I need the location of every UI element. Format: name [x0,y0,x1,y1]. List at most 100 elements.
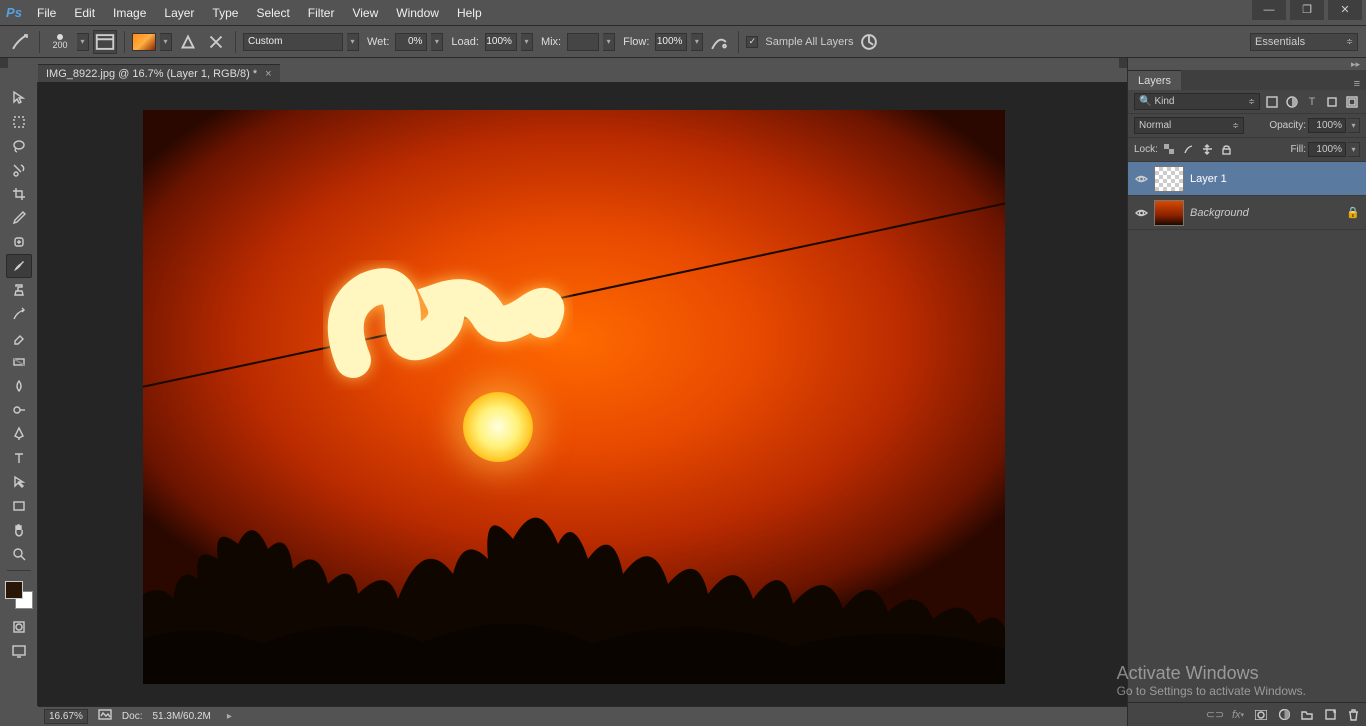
filter-kind-dropdown[interactable]: 🔍 Kind ≑ [1134,93,1260,110]
link-layers-button[interactable]: ⊂⊃ [1208,708,1222,722]
foreground-color[interactable] [5,581,23,599]
mix-caret[interactable]: ▾ [603,33,615,51]
brush-preset-caret[interactable]: ▾ [347,33,359,51]
menu-help[interactable]: Help [448,0,491,26]
shape-tool[interactable] [6,494,32,518]
dodge-tool[interactable] [6,398,32,422]
menu-layer[interactable]: Layer [155,0,203,26]
quick-mask-toggle[interactable] [6,615,32,639]
filter-type-icon[interactable]: T [1304,94,1320,110]
zoom-level-field[interactable]: 16.67% [44,709,88,724]
document-tab[interactable]: IMG_8922.jpg @ 16.7% (Layer 1, RGB/8) * … [38,64,280,82]
window-restore-button[interactable]: ❐ [1290,0,1324,20]
wet-field[interactable]: 0% [395,33,427,51]
eyedropper-tool[interactable] [6,206,32,230]
layer-item[interactable]: Background 🔒 [1128,196,1366,230]
window-close-button[interactable]: ✕ [1328,0,1362,20]
dock-collapse-right[interactable] [1119,58,1127,68]
menu-type[interactable]: Type [203,0,247,26]
quick-selection-tool[interactable] [6,158,32,182]
menu-edit[interactable]: Edit [65,0,104,26]
flow-field[interactable]: 100% [655,33,687,51]
preview-icon[interactable] [98,709,112,724]
lock-transparent-icon[interactable] [1162,142,1177,157]
hand-tool[interactable] [6,518,32,542]
type-tool[interactable] [6,446,32,470]
layer-name[interactable]: Layer 1 [1190,173,1227,185]
crop-tool[interactable] [6,182,32,206]
clone-stamp-tool[interactable] [6,278,32,302]
filter-shape-icon[interactable] [1324,94,1340,110]
workspace-switcher[interactable]: Essentials ≑ [1250,33,1358,51]
filter-adjust-icon[interactable] [1284,94,1300,110]
layer-name[interactable]: Background [1190,207,1249,219]
brush-load-preview[interactable] [132,33,156,51]
load-field[interactable]: 100% [485,33,517,51]
adjustment-layer-button[interactable] [1277,708,1291,722]
mix-field[interactable] [567,33,599,51]
brush-panel-toggle[interactable] [93,30,117,54]
lock-position-icon[interactable] [1200,142,1215,157]
menu-select[interactable]: Select [247,0,298,26]
brush-preset-dropdown[interactable]: Custom [243,33,343,51]
screen-mode-toggle[interactable] [6,639,32,663]
filter-pixel-icon[interactable] [1264,94,1280,110]
blend-mode-dropdown[interactable]: Normal ≑ [1134,117,1244,134]
panel-collapse-button[interactable]: ▸▸ [1128,58,1366,70]
status-caret-icon[interactable]: ▸ [227,711,232,722]
layer-mask-button[interactable] [1254,708,1268,722]
airbrush-toggle[interactable] [707,30,731,54]
tab-close-button[interactable]: × [265,68,271,80]
tool-preset-picker[interactable] [8,30,32,54]
brush-size-picker[interactable]: 200 [47,28,73,56]
layer-thumbnail[interactable] [1154,166,1184,192]
path-selection-tool[interactable] [6,470,32,494]
color-swatch[interactable] [5,581,33,609]
brush-size-caret[interactable]: ▾ [77,33,89,51]
history-brush-tool[interactable] [6,302,32,326]
brush-tool[interactable] [6,254,32,278]
menu-view[interactable]: View [343,0,387,26]
healing-brush-tool[interactable] [6,230,32,254]
zoom-tool[interactable] [6,542,32,566]
wet-caret[interactable]: ▾ [431,33,443,51]
panel-menu-button[interactable]: ≡ [1348,78,1366,90]
menu-image[interactable]: Image [104,0,155,26]
visibility-toggle[interactable] [1134,174,1148,184]
canvas-area[interactable] [38,82,1127,706]
brush-load-caret[interactable]: ▾ [160,33,172,51]
lasso-tool[interactable] [6,134,32,158]
lock-all-icon[interactable] [1219,142,1234,157]
pen-tool[interactable] [6,422,32,446]
move-tool[interactable] [6,86,32,110]
new-layer-button[interactable] [1323,708,1337,722]
layer-thumbnail[interactable] [1154,200,1184,226]
menu-window[interactable]: Window [387,0,448,26]
sample-all-checkbox[interactable]: ✓ [746,36,758,48]
layer-item[interactable]: Layer 1 [1128,162,1366,196]
visibility-toggle[interactable] [1134,208,1148,218]
window-minimize-button[interactable]: — [1252,0,1286,20]
layer-style-button[interactable]: fx▾ [1231,708,1245,722]
fill-caret[interactable]: ▾ [1348,142,1360,157]
document-canvas[interactable] [143,110,1005,684]
new-group-button[interactable] [1300,708,1314,722]
flow-caret[interactable]: ▾ [691,33,703,51]
opacity-caret[interactable]: ▾ [1348,118,1360,133]
menu-file[interactable]: File [28,0,65,26]
gradient-tool[interactable] [6,350,32,374]
filter-smart-icon[interactable] [1344,94,1360,110]
eraser-tool[interactable] [6,326,32,350]
load-caret[interactable]: ▾ [521,33,533,51]
delete-layer-button[interactable] [1346,708,1360,722]
fill-field[interactable]: 100% [1308,142,1346,157]
layers-panel-tab[interactable]: Layers [1128,70,1181,90]
opacity-field[interactable]: 100% [1308,118,1346,133]
load-brush-button[interactable] [176,30,200,54]
menu-filter[interactable]: Filter [299,0,344,26]
lock-image-icon[interactable] [1181,142,1196,157]
marquee-tool[interactable] [6,110,32,134]
dock-collapse-left[interactable] [0,58,8,68]
blur-tool[interactable] [6,374,32,398]
clean-brush-button[interactable] [204,30,228,54]
